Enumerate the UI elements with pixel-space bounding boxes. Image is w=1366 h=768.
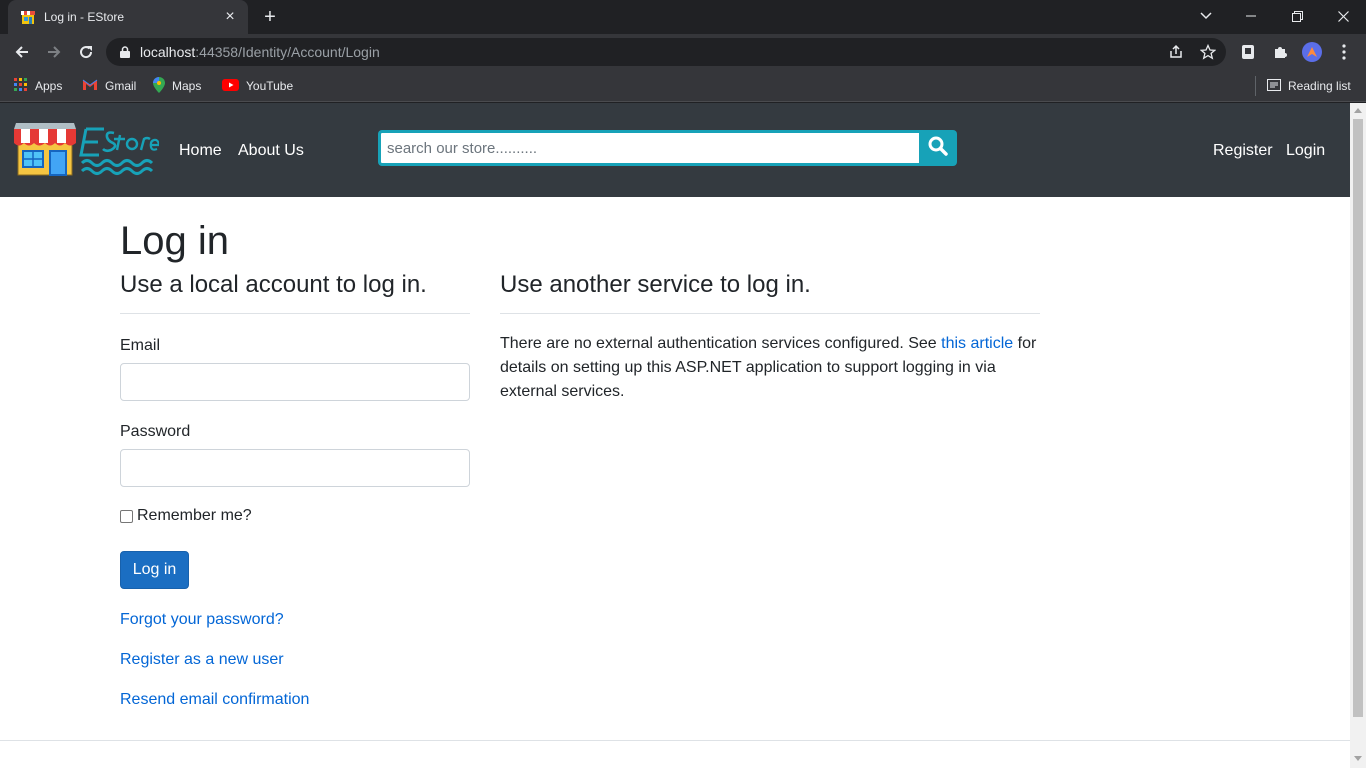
external-service-heading: Use another service to log in. — [500, 271, 811, 298]
this-article-link[interactable]: this article — [941, 335, 1013, 352]
avatar — [1302, 42, 1322, 62]
scrollbar-thumb[interactable] — [1353, 119, 1363, 717]
email-label: Email — [120, 337, 161, 354]
reload-icon[interactable] — [72, 38, 100, 66]
register-new-user-link[interactable]: Register as a new user — [120, 651, 284, 669]
remember-me-label: Remember me? — [137, 507, 252, 524]
share-icon[interactable] — [1166, 42, 1186, 62]
maps-pin-icon — [153, 76, 165, 96]
local-divider — [120, 313, 470, 314]
address-bar-actions — [1166, 42, 1218, 62]
bookmark-gmail[interactable]: Gmail — [82, 76, 136, 96]
email-field[interactable] — [120, 363, 470, 401]
tab-strip: Log in - EStore × + — [0, 0, 1366, 34]
external-auth-message: There are no external authentication ser… — [500, 332, 1040, 404]
menu-kebab-icon[interactable] — [1330, 38, 1358, 66]
reading-list-label: Reading list — [1288, 79, 1351, 93]
lock-icon[interactable] — [120, 46, 130, 58]
search-icon — [928, 136, 948, 161]
new-tab-button[interactable]: + — [256, 5, 284, 29]
apps-grid-icon — [14, 77, 28, 95]
store-search — [378, 130, 957, 166]
bookmark-label: Apps — [35, 79, 63, 93]
browser-tab[interactable]: Log in - EStore × — [8, 0, 248, 34]
store-favicon-icon — [20, 9, 36, 25]
page-viewport: Home About Us Register Login Log in Use … — [0, 103, 1350, 768]
page-scrollbar[interactable] — [1350, 103, 1366, 768]
bookmark-label: YouTube — [246, 79, 294, 93]
tab-close-icon[interactable]: × — [222, 9, 238, 25]
search-button[interactable] — [919, 130, 957, 166]
reading-list-icon — [1267, 78, 1281, 94]
password-label: Password — [120, 423, 191, 440]
bookmarks-divider — [1255, 76, 1256, 96]
login-button[interactable]: Log in — [120, 551, 189, 589]
site-navbar: Home About Us Register Login — [0, 103, 1350, 197]
reading-list-button[interactable]: Reading list — [1267, 76, 1351, 96]
remember-me: Remember me? — [120, 507, 252, 525]
page-title: Log in — [120, 219, 229, 263]
resend-confirmation-link[interactable]: Resend email confirmation — [120, 691, 309, 709]
browser-toolbar: localhost:44358/Identity/Account/Login — [0, 34, 1366, 70]
url-path: :44358/Identity/Account/Login — [195, 44, 380, 60]
scroll-up-arrow-icon[interactable] — [1354, 108, 1362, 113]
url-host: localhost — [140, 44, 196, 60]
tab-title: Log in - EStore — [44, 10, 125, 24]
scroll-down-arrow-icon[interactable] — [1354, 756, 1362, 761]
nav-register-link[interactable]: Register — [1213, 142, 1273, 160]
bookmark-youtube[interactable]: YouTube — [222, 76, 293, 96]
bookmark-apps[interactable]: Apps — [14, 76, 62, 96]
minimize-icon[interactable] — [1228, 0, 1274, 32]
address-bar[interactable]: localhost:44358/Identity/Account/Login — [106, 38, 1226, 66]
tab-search-icon[interactable] — [1184, 0, 1228, 32]
back-icon[interactable] — [8, 38, 36, 66]
extension-icon[interactable] — [1234, 38, 1262, 66]
forgot-password-link[interactable]: Forgot your password? — [120, 611, 284, 629]
close-window-icon[interactable] — [1320, 0, 1366, 32]
bookmark-label: Maps — [172, 79, 202, 93]
extensions-puzzle-icon[interactable] — [1266, 38, 1294, 66]
bookmark-label: Gmail — [105, 79, 137, 93]
forward-icon[interactable] — [40, 38, 68, 66]
restore-icon[interactable] — [1274, 0, 1320, 32]
youtube-icon — [222, 78, 239, 94]
estore-logo[interactable] — [14, 119, 161, 179]
remember-me-checkbox[interactable] — [120, 509, 133, 523]
password-field[interactable] — [120, 449, 470, 487]
gmail-icon — [82, 79, 98, 94]
bookmark-maps[interactable]: Maps — [153, 76, 201, 96]
nav-home-link[interactable]: Home — [179, 142, 222, 160]
nav-about-link[interactable]: About Us — [238, 142, 304, 160]
bookmarks-bar: Apps Gmail Maps YouTube Reading list — [0, 70, 1366, 102]
bookmark-star-icon[interactable] — [1198, 42, 1218, 62]
external-divider — [500, 313, 1040, 314]
search-input[interactable] — [378, 130, 919, 166]
footer-divider — [0, 740, 1350, 741]
external-text-start: There are no external authentication ser… — [500, 335, 942, 352]
profile-avatar[interactable] — [1298, 38, 1326, 66]
local-account-heading: Use a local account to log in. — [120, 271, 427, 298]
nav-login-link[interactable]: Login — [1286, 142, 1325, 160]
window-controls — [1184, 0, 1366, 32]
